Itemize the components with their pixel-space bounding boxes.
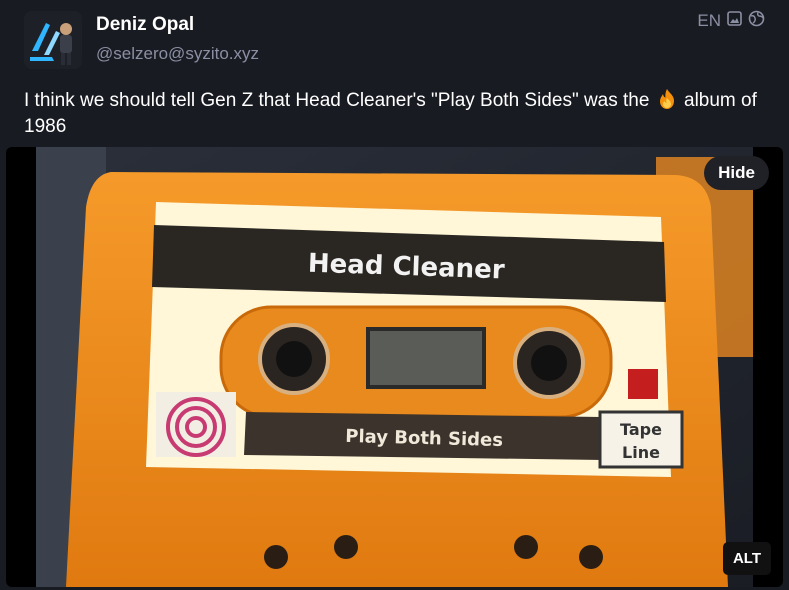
cassette-image: Head Cleaner Play Both Sides Tape Line <box>36 147 753 587</box>
fire-emoji-icon <box>655 87 679 111</box>
post-content: I think we should tell Gen Z that Head C… <box>24 87 764 140</box>
hide-media-button[interactable]: Hide <box>704 156 769 190</box>
globe-icon[interactable] <box>748 10 765 32</box>
post-text-part-1: I think we should tell Gen Z that Head C… <box>24 90 655 111</box>
post-meta: EN <box>697 10 765 32</box>
language-badge: EN <box>697 11 721 30</box>
author-name[interactable]: Deniz Opal <box>96 14 194 36</box>
avatar[interactable] <box>24 11 82 69</box>
media-attachment[interactable]: Head Cleaner Play Both Sides Tape Line H… <box>6 147 783 587</box>
avatar-image <box>24 11 82 69</box>
image-icon <box>727 11 742 31</box>
tape-logo-bottom: Line <box>622 443 660 462</box>
tape-logo-top: Tape <box>620 420 662 439</box>
alt-text-button[interactable]: ALT <box>722 542 771 575</box>
author-handle[interactable]: @selzero@syzito.xyz <box>96 44 259 64</box>
cassette-side-label: Play Both Sides <box>345 426 503 451</box>
